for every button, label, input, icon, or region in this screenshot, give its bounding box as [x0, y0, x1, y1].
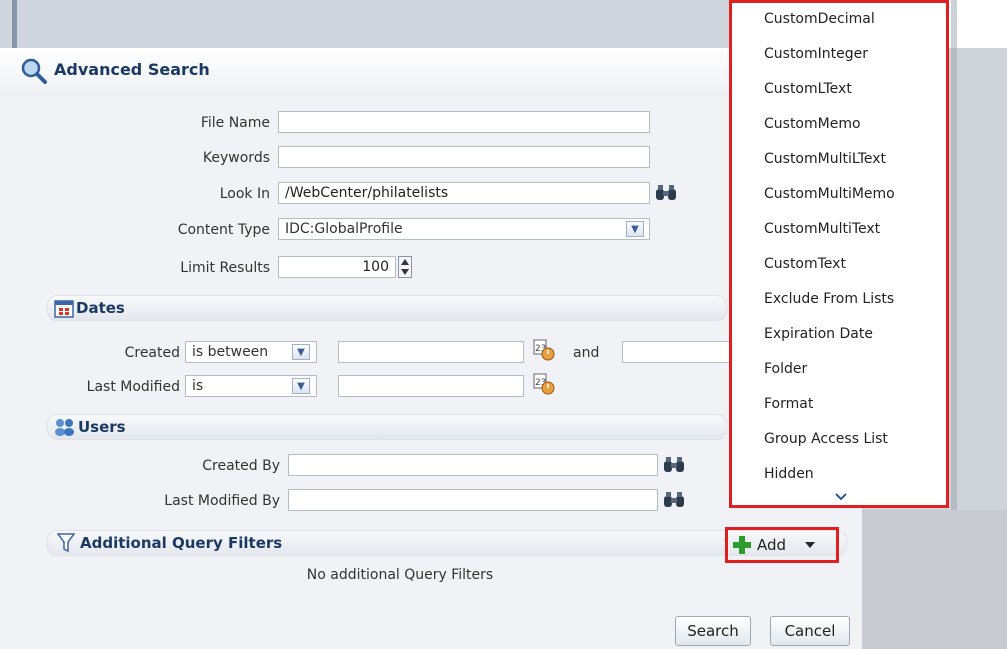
spinner-icon[interactable]	[398, 256, 412, 278]
created-by-label: Created By	[202, 458, 280, 474]
file-name-label: File Name	[200, 115, 270, 131]
date-picker-icon[interactable]: 23	[532, 338, 556, 362]
field-menu: CustomDecimal CustomInteger CustomLText …	[729, 0, 949, 508]
menu-item[interactable]: CustomMultiMemo	[764, 186, 895, 202]
scroll-down-icon[interactable]	[834, 492, 848, 502]
menu-item[interactable]: CustomDecimal	[764, 11, 875, 27]
keywords-label: Keywords	[202, 150, 270, 166]
menu-item[interactable]: Format	[764, 396, 813, 412]
plus-icon	[733, 536, 751, 554]
users-title: Users	[78, 418, 126, 436]
chevron-down-icon[interactable]: ▼	[626, 221, 644, 237]
last-modified-by-input[interactable]	[288, 489, 658, 511]
binoculars-icon[interactable]	[662, 456, 686, 474]
file-name-input[interactable]	[278, 111, 650, 133]
users-icon	[55, 419, 74, 436]
limit-results-label: Limit Results	[180, 260, 270, 276]
keywords-input[interactable]	[278, 146, 650, 168]
created-from-input[interactable]	[338, 341, 524, 363]
empty-filters-text: No additional Query Filters	[306, 567, 494, 583]
look-in-input[interactable]: /WebCenter/philatelists	[278, 182, 650, 204]
menu-item[interactable]: CustomLText	[764, 81, 852, 97]
menu-item[interactable]: CustomMultiText	[764, 221, 880, 237]
chevron-down-icon[interactable]: ▼	[292, 344, 310, 360]
menu-item[interactable]: CustomMultiLText	[764, 151, 886, 167]
last-modified-operator-value: is	[192, 378, 204, 394]
cancel-button[interactable]: Cancel	[770, 616, 850, 646]
magnifier-icon	[21, 58, 47, 84]
caret-down-icon	[805, 542, 816, 548]
last-modified-by-label: Last Modified By	[164, 493, 280, 509]
add-filter-button[interactable]: Add	[731, 530, 835, 560]
last-modified-input[interactable]	[338, 375, 524, 397]
menu-item[interactable]: Expiration Date	[764, 326, 873, 342]
binoculars-icon[interactable]	[654, 184, 678, 202]
chevron-down-icon[interactable]: ▼	[292, 378, 310, 394]
menu-item[interactable]: CustomText	[764, 256, 846, 272]
content-type-value: IDC:GlobalProfile	[285, 221, 403, 237]
filters-title: Additional Query Filters	[80, 534, 283, 552]
limit-results-input[interactable]: 100	[278, 256, 396, 278]
top-bar-edge	[12, 0, 17, 48]
created-operator-value: is between	[192, 344, 269, 360]
and-label: and	[573, 345, 600, 361]
date-picker-icon[interactable]: 23	[532, 372, 556, 396]
menu-item[interactable]: CustomInteger	[764, 46, 868, 62]
content-type-label: Content Type	[177, 222, 270, 238]
look-in-label: Look In	[219, 186, 270, 202]
search-button[interactable]: Search	[675, 616, 751, 646]
content-type-select[interactable]: IDC:GlobalProfile	[278, 218, 650, 240]
add-label: Add	[757, 536, 787, 554]
created-by-input[interactable]	[288, 454, 658, 476]
page-title: Advanced Search	[54, 60, 210, 79]
menu-item[interactable]: Exclude From Lists	[764, 291, 894, 307]
created-label: Created	[124, 345, 180, 361]
created-to-input[interactable]	[622, 341, 730, 363]
calendar-icon	[54, 300, 74, 318]
last-modified-label: Last Modified	[86, 379, 180, 395]
side-area-lower	[862, 510, 1007, 649]
users-section-header	[47, 414, 727, 440]
menu-shadow	[951, 0, 957, 510]
dates-section-header	[47, 295, 727, 321]
filter-icon	[57, 533, 75, 553]
top-bar	[0, 0, 730, 48]
binoculars-icon[interactable]	[662, 491, 686, 509]
menu-item[interactable]: Hidden	[764, 466, 814, 482]
menu-item[interactable]: CustomMemo	[764, 116, 861, 132]
dates-title: Dates	[76, 299, 125, 317]
menu-item[interactable]: Folder	[764, 361, 807, 377]
menu-item[interactable]: Group Access List	[764, 431, 888, 447]
